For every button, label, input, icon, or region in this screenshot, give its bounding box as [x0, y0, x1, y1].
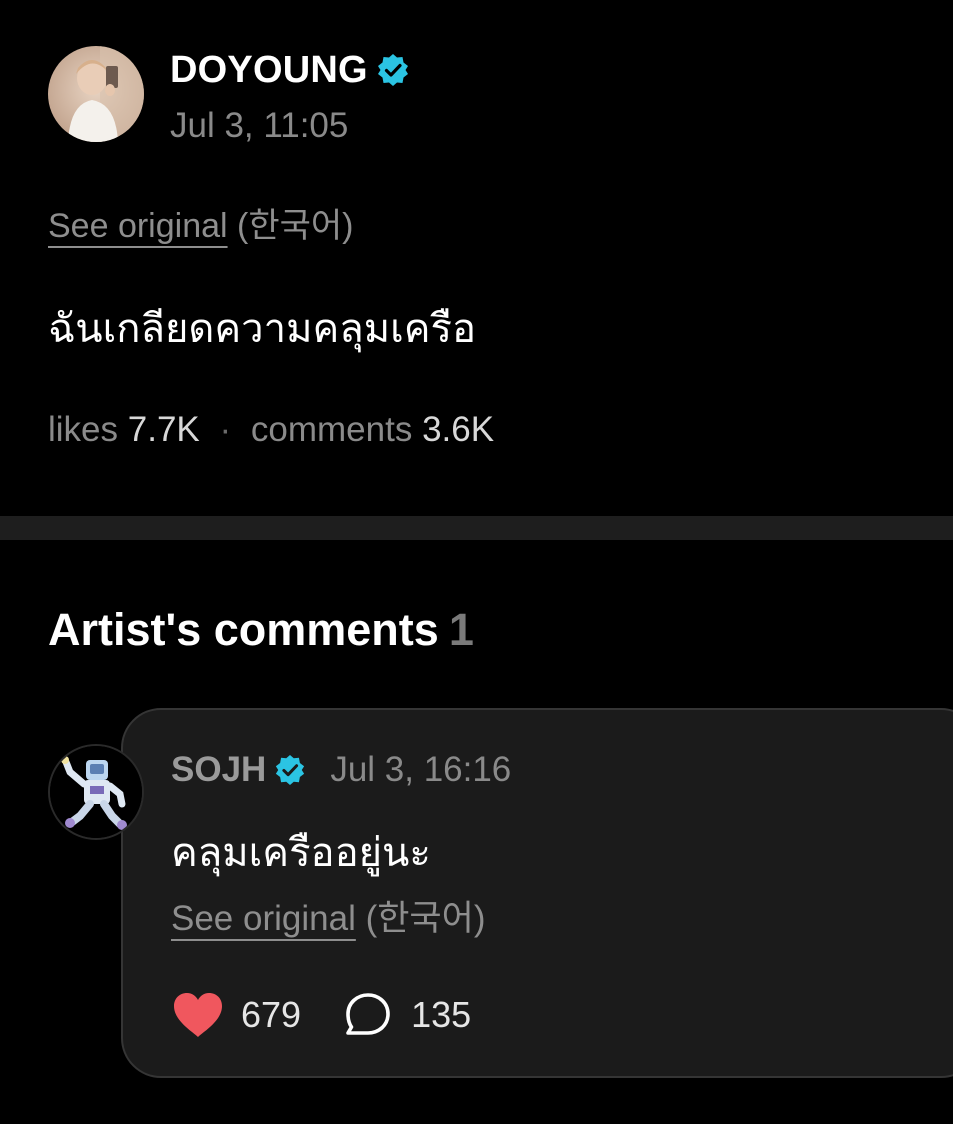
section-divider [0, 516, 953, 540]
verified-badge-icon [376, 53, 410, 87]
author-name[interactable]: DOYOUNG [170, 49, 368, 92]
like-button[interactable]: 679 [171, 990, 301, 1040]
comment-date: Jul 3, 16:16 [330, 750, 512, 789]
post-body-text: ฉันเกลียดความคลุมเครือ [48, 307, 477, 351]
comment-see-original-link[interactable]: See original [171, 899, 356, 938]
comment-author[interactable]: SOJH [171, 750, 266, 790]
like-count: 679 [241, 994, 302, 1035]
see-original-row: See original (한국어) [48, 198, 354, 247]
artist-comments-label: Artist's comments [48, 604, 439, 655]
post-stats: likes 7.7K · comments 3.6K [48, 410, 494, 450]
comment-bubble-icon[interactable] [341, 990, 395, 1040]
likes-count[interactable]: 7.7K [128, 410, 200, 449]
post-date: Jul 3, 11:05 [170, 106, 349, 145]
post-header: DOYOUNG Jul 3, 11:05 [48, 46, 410, 146]
stats-separator: · [219, 410, 232, 449]
artist-comments-title: Artist's comments 1 [48, 604, 474, 656]
see-original-link[interactable]: See original [48, 207, 228, 245]
astronaut-avatar-image [50, 746, 142, 838]
author-avatar[interactable] [48, 46, 144, 142]
comment-see-original-row: See original (한국어) [171, 890, 486, 941]
reply-button[interactable]: 135 [341, 990, 471, 1040]
comments-label[interactable]: comments [251, 410, 412, 449]
reply-count: 135 [411, 994, 472, 1035]
verified-badge-icon [274, 754, 306, 786]
comment-actions: 679 135 [171, 990, 471, 1040]
comment-text: คลุมเครืออยู่นะ [171, 831, 431, 875]
author-row: DOYOUNG [170, 48, 410, 92]
comment-header: SOJH Jul 3, 16:16 [171, 750, 511, 790]
likes-label[interactable]: likes [48, 410, 118, 449]
original-language: (한국어) [237, 207, 354, 245]
comments-count[interactable]: 3.6K [422, 410, 494, 449]
comment-author-avatar[interactable] [48, 744, 144, 840]
author-avatar-image [48, 46, 144, 142]
heart-icon[interactable] [171, 990, 225, 1040]
post-meta: DOYOUNG Jul 3, 11:05 [170, 46, 410, 146]
artist-comments-count: 1 [448, 604, 474, 655]
artist-comment-card[interactable]: SOJH Jul 3, 16:16 คลุมเครืออยู่นะ See or… [121, 708, 953, 1078]
comment-original-language: (한국어) [365, 899, 486, 938]
